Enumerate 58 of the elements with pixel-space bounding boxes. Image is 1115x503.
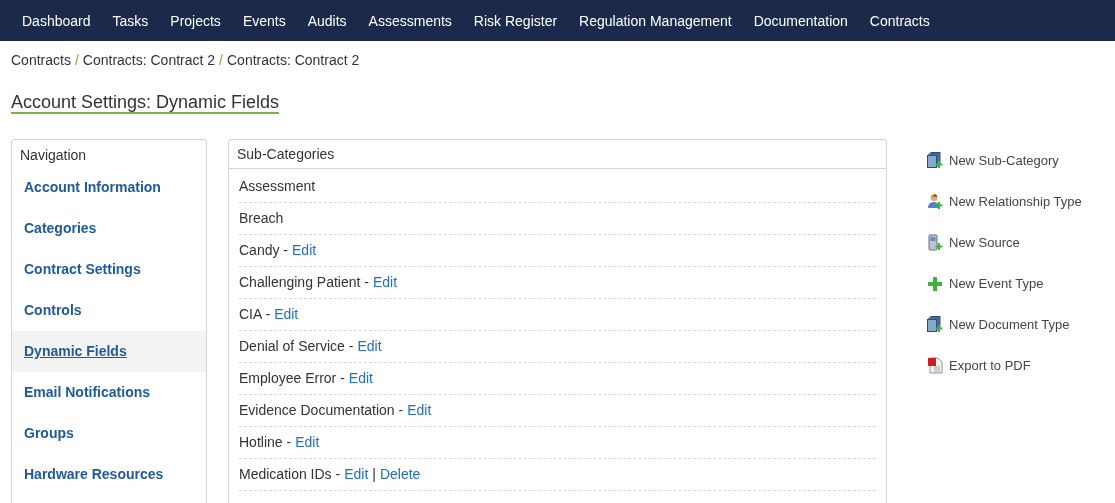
nav-link[interactable]: Documentation: [742, 12, 859, 29]
sidebar-item[interactable]: Groups: [12, 413, 206, 454]
action-link[interactable]: New Source: [927, 232, 1082, 253]
row-link[interactable]: Edit: [407, 395, 432, 426]
action-link[interactable]: New Document Type: [927, 314, 1082, 335]
action-link[interactable]: Export to PDF: [927, 355, 1082, 376]
row-link[interactable]: Delete: [379, 459, 421, 490]
sub-category-name: Denial of Service -: [239, 337, 354, 356]
nav-link[interactable]: Regulation Management: [568, 12, 743, 29]
sub-category-name: Breach: [239, 209, 284, 228]
sub-category-name: Medication IDs -: [239, 465, 341, 484]
row-link[interactable]: Edit: [373, 267, 398, 298]
sidebar-item[interactable]: Account Information: [12, 167, 206, 208]
sub-category-name: Hotline -: [239, 433, 292, 452]
action-link[interactable]: New Relationship Type: [927, 191, 1082, 212]
link-separator: |: [372, 465, 376, 484]
row-link[interactable]: Edit: [344, 459, 369, 490]
sidebar-item[interactable]: Controls: [12, 290, 206, 331]
breadcrumb-link[interactable]: Contracts: Contract 2: [82, 52, 216, 71]
sidebar-item[interactable]: Contract Settings: [12, 249, 206, 290]
nav-link[interactable]: Dashboard: [11, 12, 102, 29]
nav-link[interactable]: Audits: [296, 12, 358, 29]
nav-link[interactable]: Contracts: [858, 12, 941, 29]
nav-link[interactable]: Events: [231, 12, 297, 29]
breadcrumb-link[interactable]: Contracts: [11, 52, 71, 71]
row-link[interactable]: Edit: [274, 299, 299, 330]
row-link[interactable]: Edit: [295, 427, 320, 458]
page-title: Account Settings: Dynamic Fields: [11, 92, 280, 114]
breadcrumb-separator: /: [219, 52, 223, 70]
sub-category-name: Candy -: [239, 241, 289, 260]
nav-link[interactable]: Risk Register: [462, 12, 569, 29]
row-link[interactable]: Edit: [348, 363, 373, 394]
person-add-icon: [927, 193, 943, 210]
stacked-pages-add-icon: [927, 152, 943, 169]
nav-link[interactable]: Projects: [159, 12, 232, 29]
sidebar-item[interactable]: Categories: [12, 208, 206, 249]
stacked-pages-add-icon: [927, 316, 943, 333]
sidebar-item[interactable]: Email Notifications: [12, 372, 206, 413]
sub-category-name: Evidence Documentation -: [239, 401, 404, 420]
sub-category-name: CIA -: [239, 305, 271, 324]
sub-category-name: Challenging Patient -: [239, 273, 369, 292]
row-link[interactable]: Edit: [292, 235, 317, 266]
sub-category-name: Assessment: [239, 177, 316, 196]
panel-title: Sub-Categories: [229, 140, 886, 169]
plus-icon: [927, 275, 943, 292]
nav-link[interactable]: Tasks: [101, 12, 160, 29]
breadcrumb-separator: /: [74, 52, 79, 70]
nav-link[interactable]: Assessments: [357, 12, 463, 29]
action-link[interactable]: New Sub-Category: [927, 150, 1082, 171]
breadcrumb-link[interactable]: Contracts: Contract 2: [227, 52, 360, 71]
sidebar-item[interactable]: Hardware Resources: [12, 454, 206, 495]
action-link[interactable]: New Event Type: [927, 273, 1082, 294]
pdf-file-icon: [927, 357, 943, 374]
panel-title: Navigation: [19, 146, 88, 165]
sidebar-item[interactable]: Dynamic Fields: [12, 331, 206, 372]
sub-category-name: Employee Error -: [239, 369, 345, 388]
phone-add-icon: [927, 234, 943, 251]
row-link[interactable]: Edit: [357, 331, 382, 362]
